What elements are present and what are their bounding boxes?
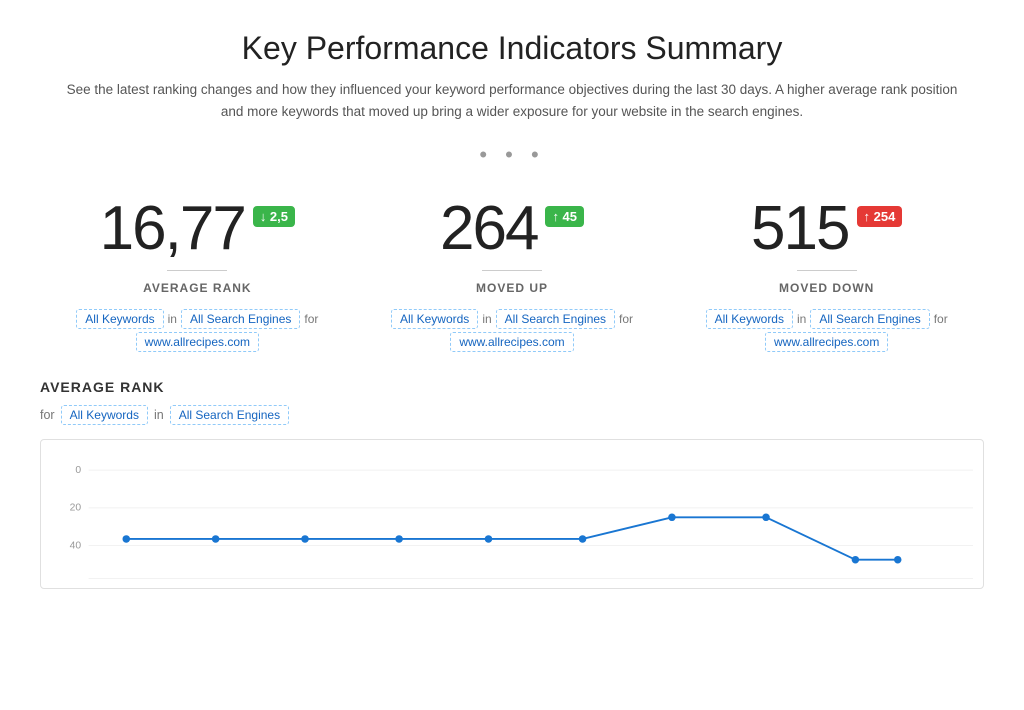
kpi-label-moved-down: MOVED DOWN — [689, 281, 964, 295]
chart-point-4 — [395, 535, 403, 543]
kpi-divider-3 — [797, 270, 857, 271]
chart-point-7 — [668, 514, 676, 522]
filter-keywords-1[interactable]: All Keywords — [391, 309, 478, 329]
chart-point-8 — [762, 514, 770, 522]
avg-filter-in: in — [154, 408, 164, 422]
filter-keywords-0[interactable]: All Keywords — [76, 309, 163, 329]
kpi-card-moved-down: 515 ↑ 254 MOVED DOWN All Keywords in All… — [669, 198, 984, 349]
chart-svg: 0 20 40 — [51, 456, 973, 588]
chart-point-2 — [212, 535, 220, 543]
avg-filter-for: for — [40, 408, 55, 422]
chart-point-9 — [852, 556, 860, 564]
page-title: Key Performance Indicators Summary — [40, 30, 984, 67]
filter-for-1: for — [619, 312, 633, 326]
chart-point-1 — [123, 535, 131, 543]
kpi-filters-moved-down: All Keywords in All Search Engines for — [689, 309, 964, 329]
kpi-value-average-rank: 16,77 — [100, 198, 245, 260]
avg-rank-chart: 0 20 40 — [40, 439, 984, 589]
kpi-divider-1 — [167, 270, 227, 271]
kpi-badge-moved-up: ↑ 45 — [545, 206, 584, 227]
filter-website-tag-2[interactable]: www.allrecipes.com — [765, 332, 888, 352]
filter-for-0: for — [304, 312, 318, 326]
svg-text:0: 0 — [75, 465, 81, 476]
kpi-filters-average-rank: All Keywords in All Search Engines for — [60, 309, 335, 329]
kpi-value-moved-up: 264 — [440, 198, 537, 260]
filter-in-2: in — [797, 312, 806, 326]
kpi-badge-average-rank: ↓ 2,5 — [253, 206, 295, 227]
filter-for-2: for — [934, 312, 948, 326]
svg-text:40: 40 — [70, 541, 82, 552]
filter-keywords-2[interactable]: All Keywords — [706, 309, 793, 329]
avg-rank-title: AVERAGE RANK — [40, 379, 984, 395]
avg-filter-engines[interactable]: All Search Engines — [170, 405, 289, 425]
kpi-website-2: www.allrecipes.com — [689, 335, 964, 349]
kpi-card-average-rank: 16,77 ↓ 2,5 AVERAGE RANK All Keywords in… — [40, 198, 355, 349]
page-header: Key Performance Indicators Summary See t… — [40, 30, 984, 122]
kpi-filters-moved-up: All Keywords in All Search Engines for — [375, 309, 650, 329]
filter-in-0: in — [168, 312, 177, 326]
avg-rank-filters: for All Keywords in All Search Engines — [40, 405, 984, 425]
kpi-label-average-rank: AVERAGE RANK — [60, 281, 335, 295]
chart-point-3 — [301, 535, 309, 543]
section-dots: • • • — [40, 142, 984, 168]
avg-filter-keywords[interactable]: All Keywords — [61, 405, 148, 425]
filter-website-tag-0[interactable]: www.allrecipes.com — [136, 332, 259, 352]
filter-engines-1[interactable]: All Search Engines — [496, 309, 615, 329]
kpi-label-moved-up: MOVED UP — [375, 281, 650, 295]
page-description: See the latest ranking changes and how t… — [62, 79, 962, 122]
kpi-website-1: www.allrecipes.com — [375, 335, 650, 349]
chart-point-5 — [485, 535, 493, 543]
avg-rank-section: AVERAGE RANK for All Keywords in All Sea… — [40, 379, 984, 589]
chart-point-6 — [579, 535, 587, 543]
kpi-divider-2 — [482, 270, 542, 271]
kpi-badge-moved-down: ↑ 254 — [857, 206, 903, 227]
kpi-grid: 16,77 ↓ 2,5 AVERAGE RANK All Keywords in… — [40, 198, 984, 349]
filter-website-tag-1[interactable]: www.allrecipes.com — [450, 332, 573, 352]
chart-point-10 — [894, 556, 902, 564]
filter-in-1: in — [482, 312, 491, 326]
kpi-card-moved-up: 264 ↑ 45 MOVED UP All Keywords in All Se… — [355, 198, 670, 349]
filter-engines-0[interactable]: All Search Engines — [181, 309, 300, 329]
filter-engines-2[interactable]: All Search Engines — [810, 309, 929, 329]
svg-text:20: 20 — [70, 503, 82, 514]
kpi-value-moved-down: 515 — [751, 198, 848, 260]
kpi-website-0: www.allrecipes.com — [60, 335, 335, 349]
